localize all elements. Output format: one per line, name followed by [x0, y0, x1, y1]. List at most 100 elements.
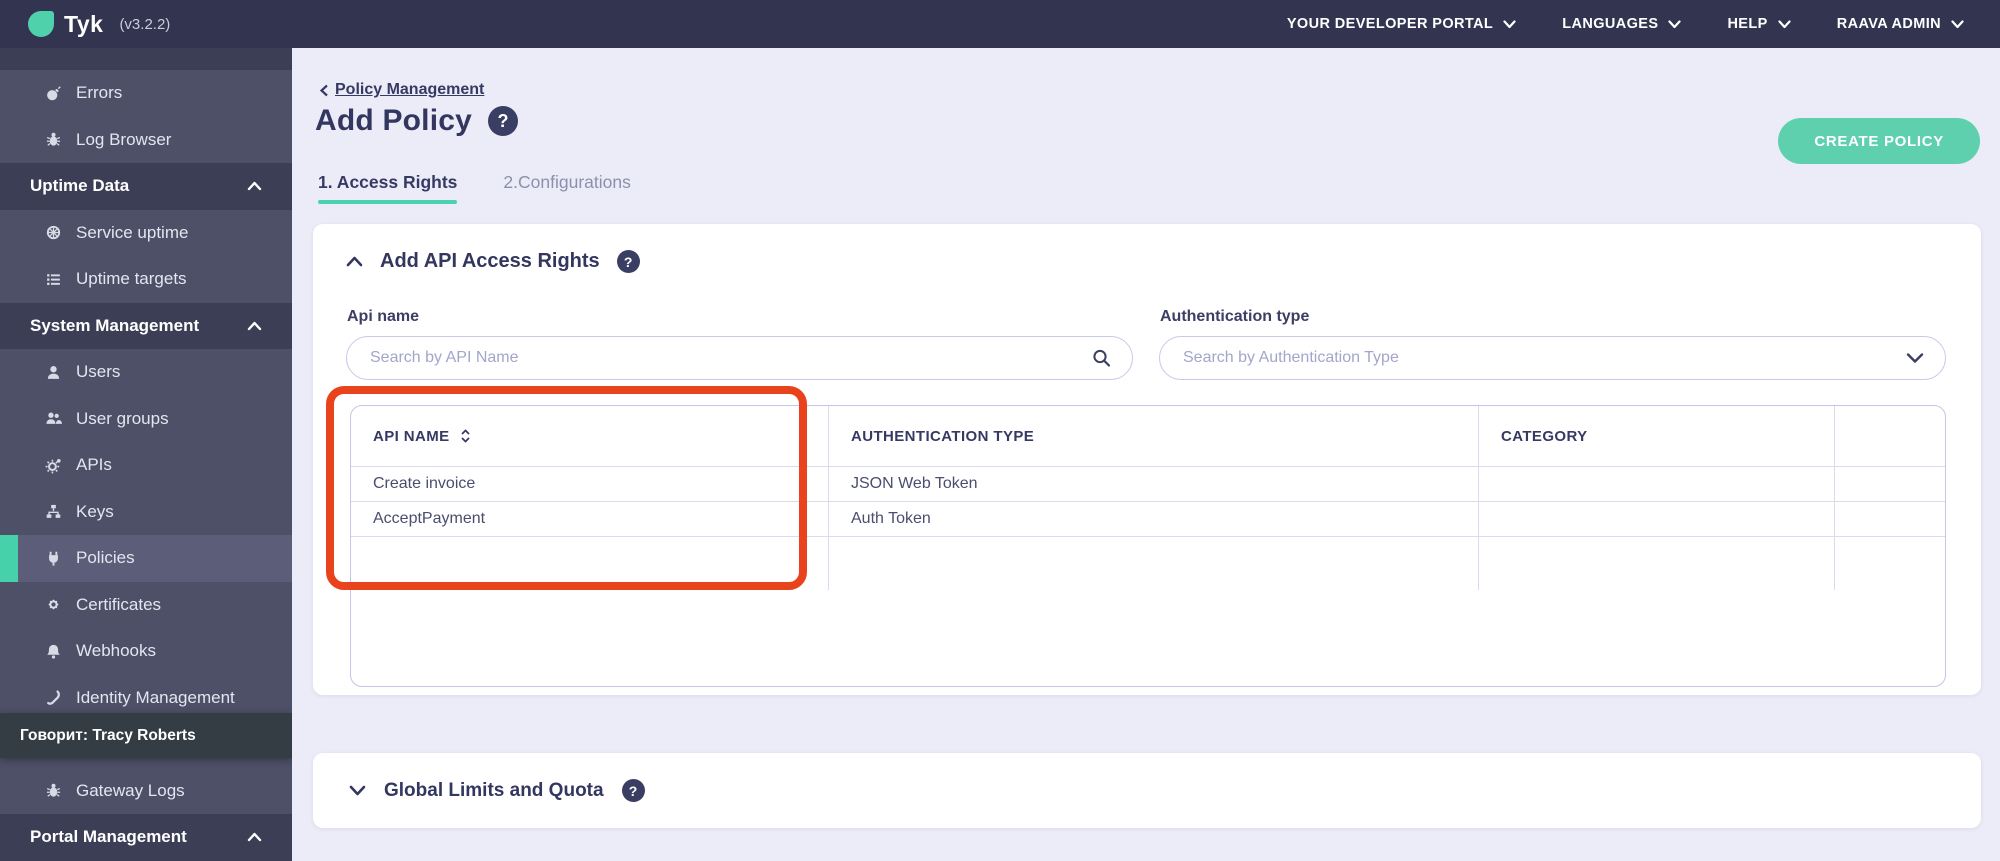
- sitemap-icon: [44, 503, 63, 520]
- gear-icon: [44, 457, 63, 474]
- cell-actions: [1834, 467, 1945, 501]
- access-rights-card: Add API Access Rights Api name Authentic…: [313, 224, 1981, 695]
- topnav-help[interactable]: HELP: [1727, 16, 1791, 32]
- chevron-down-icon: [1951, 19, 1964, 28]
- speaker-caption-text: Говорит: Tracy Roberts: [20, 726, 196, 744]
- list-icon: [44, 271, 63, 288]
- sidebar-item-policies[interactable]: Policies: [0, 535, 292, 582]
- users-icon: [44, 410, 63, 427]
- certificate-icon: [44, 596, 63, 613]
- main-content: Policy Management Add Policy CREATE POLI…: [292, 48, 2000, 861]
- auth-type-select: [1159, 336, 1946, 380]
- tab-configurations[interactable]: 2.Configurations: [503, 172, 630, 204]
- sidebar-section-system-management[interactable]: System Management: [0, 302, 292, 349]
- sidebar-item-uptime-targets[interactable]: Uptime targets: [0, 256, 292, 303]
- sidebar-item-errors[interactable]: Errors: [0, 70, 292, 117]
- sidebar: Errors Log Browser Uptime Data Service u…: [0, 48, 292, 861]
- sidebar-item-log-browser[interactable]: Log Browser: [0, 117, 292, 164]
- breadcrumb[interactable]: Policy Management: [319, 81, 484, 99]
- cell-actions: [1834, 502, 1945, 536]
- tab-configurations-label: 2.Configurations: [503, 172, 631, 192]
- page-title: Add Policy: [315, 104, 473, 137]
- table-row[interactable]: Create invoice JSON Web Token: [351, 466, 1945, 501]
- phone-icon: [44, 689, 63, 706]
- column-header-api-name[interactable]: API NAME: [351, 406, 828, 466]
- auth-type-select-input[interactable]: [1159, 336, 1946, 380]
- cell-auth-type: JSON Web Token: [828, 467, 1478, 501]
- table-body: Create invoice JSON Web Token AcceptPaym…: [351, 466, 1945, 536]
- wheel-icon: [44, 224, 63, 241]
- sidebar-item-certificates[interactable]: Certificates: [0, 582, 292, 629]
- api-name-search-input[interactable]: [346, 336, 1133, 380]
- sidebar-top-strip: [0, 48, 292, 70]
- cell-api-name: Create invoice: [373, 475, 476, 492]
- api-name-label: Api name: [347, 308, 420, 325]
- sidebar-item-gateway-logs[interactable]: Gateway Logs: [0, 768, 292, 815]
- bell-icon: [44, 643, 63, 660]
- tabs: 1. Access Rights 2.Configurations: [318, 172, 631, 204]
- help-icon[interactable]: [616, 250, 640, 273]
- chevron-up-icon: [247, 321, 262, 330]
- cell-category: [1478, 467, 1834, 501]
- cell-category: [1478, 502, 1834, 536]
- chevron-down-icon: [1668, 19, 1682, 28]
- access-rights-card-header[interactable]: Add API Access Rights: [346, 250, 640, 273]
- help-icon[interactable]: [488, 106, 519, 136]
- help-icon[interactable]: [621, 779, 645, 802]
- tab-access-rights[interactable]: 1. Access Rights: [318, 172, 458, 204]
- sort-icon: [460, 429, 470, 443]
- api-access-table: API NAME AUTHENTICATION TYPE CATEGORY Cr…: [350, 405, 1946, 687]
- tyk-logo-text: Tyk: [64, 10, 104, 37]
- bomb-icon: [44, 85, 63, 102]
- user-icon: [44, 364, 63, 381]
- breadcrumb-label: Policy Management: [335, 81, 485, 98]
- screenshare-speaker-caption: Говорит: Tracy Roberts: [0, 713, 292, 758]
- global-limits-card[interactable]: Global Limits and Quota: [313, 753, 1981, 828]
- auth-type-label: Authentication type: [1160, 308, 1310, 325]
- column-header-actions: [1834, 406, 1945, 466]
- topnav-languages[interactable]: LANGUAGES: [1562, 16, 1682, 32]
- collapse-chevron-down-icon: [349, 785, 366, 796]
- sidebar-section-portal-management[interactable]: Portal Management: [0, 814, 292, 861]
- tyk-logo-link[interactable]: Tyk (v3.2.2): [28, 11, 170, 38]
- sidebar-item-service-uptime[interactable]: Service uptime: [0, 210, 292, 257]
- collapse-chevron-up-icon: [346, 256, 363, 267]
- global-limits-heading: Global Limits and Quota: [384, 779, 604, 801]
- tyk-logo-icon: [28, 11, 54, 37]
- bug-icon: [44, 131, 63, 148]
- page-title-row: Add Policy: [315, 104, 519, 138]
- column-header-auth-type: AUTHENTICATION TYPE: [828, 406, 1478, 466]
- chevron-left-icon: [319, 84, 328, 96]
- app-root: Tyk (v3.2.2) YOUR DEVELOPER PORTAL LANGU…: [0, 0, 2000, 861]
- chevron-up-icon: [247, 182, 262, 191]
- chevron-up-icon: [247, 833, 262, 842]
- sidebar-item-apis[interactable]: APIs: [0, 442, 292, 489]
- tab-access-rights-label: 1. Access Rights: [318, 172, 458, 192]
- top-bar: Tyk (v3.2.2) YOUR DEVELOPER PORTAL LANGU…: [0, 0, 2000, 48]
- cell-auth-type: Auth Token: [828, 502, 1478, 536]
- active-tab-underline: [318, 200, 458, 204]
- top-nav: YOUR DEVELOPER PORTAL LANGUAGES HELP RAA…: [1287, 16, 1964, 32]
- sidebar-item-users[interactable]: Users: [0, 349, 292, 396]
- search-icon: [1092, 349, 1111, 368]
- table-header-row: API NAME AUTHENTICATION TYPE CATEGORY: [351, 406, 1945, 466]
- table-row[interactable]: AcceptPayment Auth Token: [351, 501, 1945, 536]
- version-label: (v3.2.2): [119, 15, 171, 33]
- sidebar-section-uptime-data[interactable]: Uptime Data: [0, 163, 292, 210]
- sidebar-item-keys[interactable]: Keys: [0, 489, 292, 536]
- table-empty-row: [351, 536, 1945, 590]
- sidebar-item-webhooks[interactable]: Webhooks: [0, 628, 292, 675]
- plug-icon: [44, 550, 63, 567]
- create-policy-button[interactable]: CREATE POLICY: [1778, 118, 1980, 164]
- sidebar-item-user-groups[interactable]: User groups: [0, 396, 292, 443]
- column-header-category: CATEGORY: [1478, 406, 1834, 466]
- chevron-down-icon: [1778, 19, 1791, 28]
- topnav-raava-admin[interactable]: RAAVA ADMIN: [1837, 16, 1964, 32]
- chevron-down-icon: [1906, 353, 1924, 364]
- api-name-search-field: [346, 336, 1133, 380]
- access-rights-heading: Add API Access Rights: [380, 250, 600, 272]
- cell-api-name: AcceptPayment: [373, 510, 486, 527]
- chevron-down-icon: [1503, 19, 1516, 28]
- topnav-your-developer-portal[interactable]: YOUR DEVELOPER PORTAL: [1287, 16, 1516, 32]
- bug-icon: [44, 782, 63, 799]
